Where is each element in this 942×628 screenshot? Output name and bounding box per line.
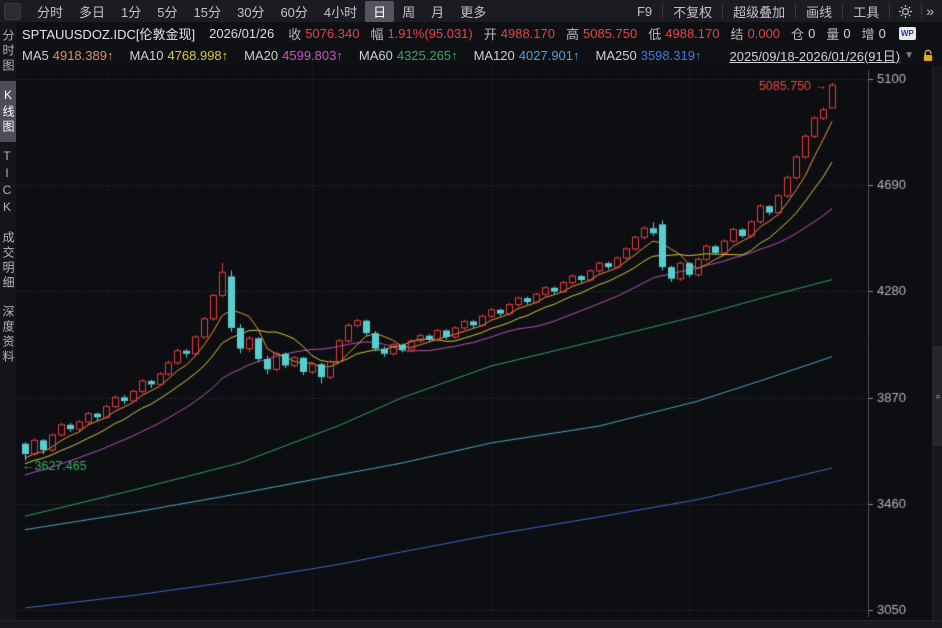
trading-app-window: 分时 多日 1分 5分 15分 30分 60分 4小时 日 周 月 更多 F9 … (0, 0, 942, 628)
field-low: 低4988.170 (648, 24, 719, 43)
ma-readout-bar: MA54918.389↑ MA104768.998↑ MA204599.803↑… (16, 44, 942, 66)
menu-adjust-button[interactable]: 不复权 (665, 1, 720, 22)
menu-tab-daily[interactable]: 日 (365, 1, 394, 22)
chevron-down-icon[interactable]: ▼ (904, 50, 914, 61)
quote-date: 2026/01/26 (209, 26, 274, 41)
right-panel-strip: » (932, 66, 942, 620)
menu-divider (662, 4, 663, 18)
menu-divider (842, 4, 843, 18)
menu-tab-monthly[interactable]: 月 (423, 1, 452, 22)
ma120-readout: MA1204027.901↑ (468, 48, 580, 63)
menu-tab-60min[interactable]: 60分 (272, 1, 315, 22)
field-change: 幅1.91%(95.031) (370, 24, 472, 43)
bottom-border (0, 620, 942, 628)
menu-tab-5min[interactable]: 5分 (149, 1, 185, 22)
sidebar-tab-kline-chart[interactable]: K线图 (0, 81, 16, 142)
app-icon[interactable] (4, 3, 21, 20)
left-sidebar: 分时图 K线图 TICK 成交明细 深度资料 (0, 22, 17, 628)
kline-chart-canvas[interactable] (16, 66, 942, 620)
field-high: 高5085.750 (566, 24, 637, 43)
quote-info-bar: SPTAUUSDOZ.IDC[伦敦金现] 2026/01/26 收5076.34… (16, 22, 942, 44)
menu-tab-more[interactable]: 更多 (452, 1, 494, 22)
up-arrow-icon: ↑ (573, 48, 580, 63)
up-arrow-icon: ↑ (107, 48, 114, 63)
up-arrow-icon: ↑ (695, 48, 702, 63)
field-increase: 增0 (862, 24, 886, 43)
menu-tools-button[interactable]: 工具 (845, 1, 887, 22)
field-settle: 结0.000 (730, 24, 780, 43)
field-open: 开4988.170 (484, 24, 555, 43)
menu-divider (722, 4, 723, 18)
up-arrow-icon: ↑ (451, 48, 458, 63)
symbol-name[interactable]: SPTAUUSDOZ.IDC[伦敦金现] (22, 24, 195, 43)
up-arrow-icon: ↑ (336, 48, 343, 63)
ma250-readout: MA2503598.319↑ (590, 48, 702, 63)
ma10-readout: MA104768.998↑ (123, 48, 228, 63)
up-arrow-icon: ↑ (222, 48, 229, 63)
wp-icon[interactable]: WP (899, 27, 916, 40)
menu-f9-button[interactable]: F9 (629, 3, 660, 20)
sidebar-tab-depth-info[interactable]: 深度资料 (0, 298, 16, 372)
lock-icon[interactable] (922, 49, 934, 62)
menu-drawline-button[interactable]: 画线 (798, 1, 840, 22)
expand-panel-chevron-icon[interactable]: » (933, 346, 942, 446)
menu-divider (921, 4, 922, 18)
gear-icon[interactable] (892, 4, 919, 19)
menu-divider (889, 4, 890, 18)
field-volume: 量0 (826, 24, 850, 43)
ma20-readout: MA204599.803↑ (238, 48, 343, 63)
sidebar-tab-tick[interactable]: TICK (0, 142, 16, 224)
menu-tab-minute[interactable]: 分时 (29, 1, 71, 22)
menu-tab-1min[interactable]: 1分 (113, 1, 149, 22)
ma60-readout: MA604325.265↑ (353, 48, 458, 63)
menu-tab-multiday[interactable]: 多日 (71, 1, 113, 22)
field-position: 仓0 (791, 24, 815, 43)
menu-tab-30min[interactable]: 30分 (229, 1, 272, 22)
menu-divider (795, 4, 796, 18)
menu-tab-weekly[interactable]: 周 (394, 1, 423, 22)
sidebar-tab-trade-detail[interactable]: 成交明细 (0, 224, 16, 298)
menu-overlay-button[interactable]: 超级叠加 (725, 1, 793, 22)
top-menubar: 分时 多日 1分 5分 15分 30分 60分 4小时 日 周 月 更多 F9 … (0, 0, 942, 22)
menu-tab-4hour[interactable]: 4小时 (316, 1, 365, 22)
field-close: 收5076.340 (288, 24, 359, 43)
menubar-overflow-chevron-icon[interactable]: » (924, 3, 942, 19)
menu-tab-15min[interactable]: 15分 (186, 1, 229, 22)
ma5-readout: MA54918.389↑ (16, 48, 113, 63)
sidebar-tab-time-chart[interactable]: 分时图 (0, 22, 16, 81)
date-range-selector[interactable]: 2025/09/18-2026/01/26(91日) (730, 46, 901, 65)
